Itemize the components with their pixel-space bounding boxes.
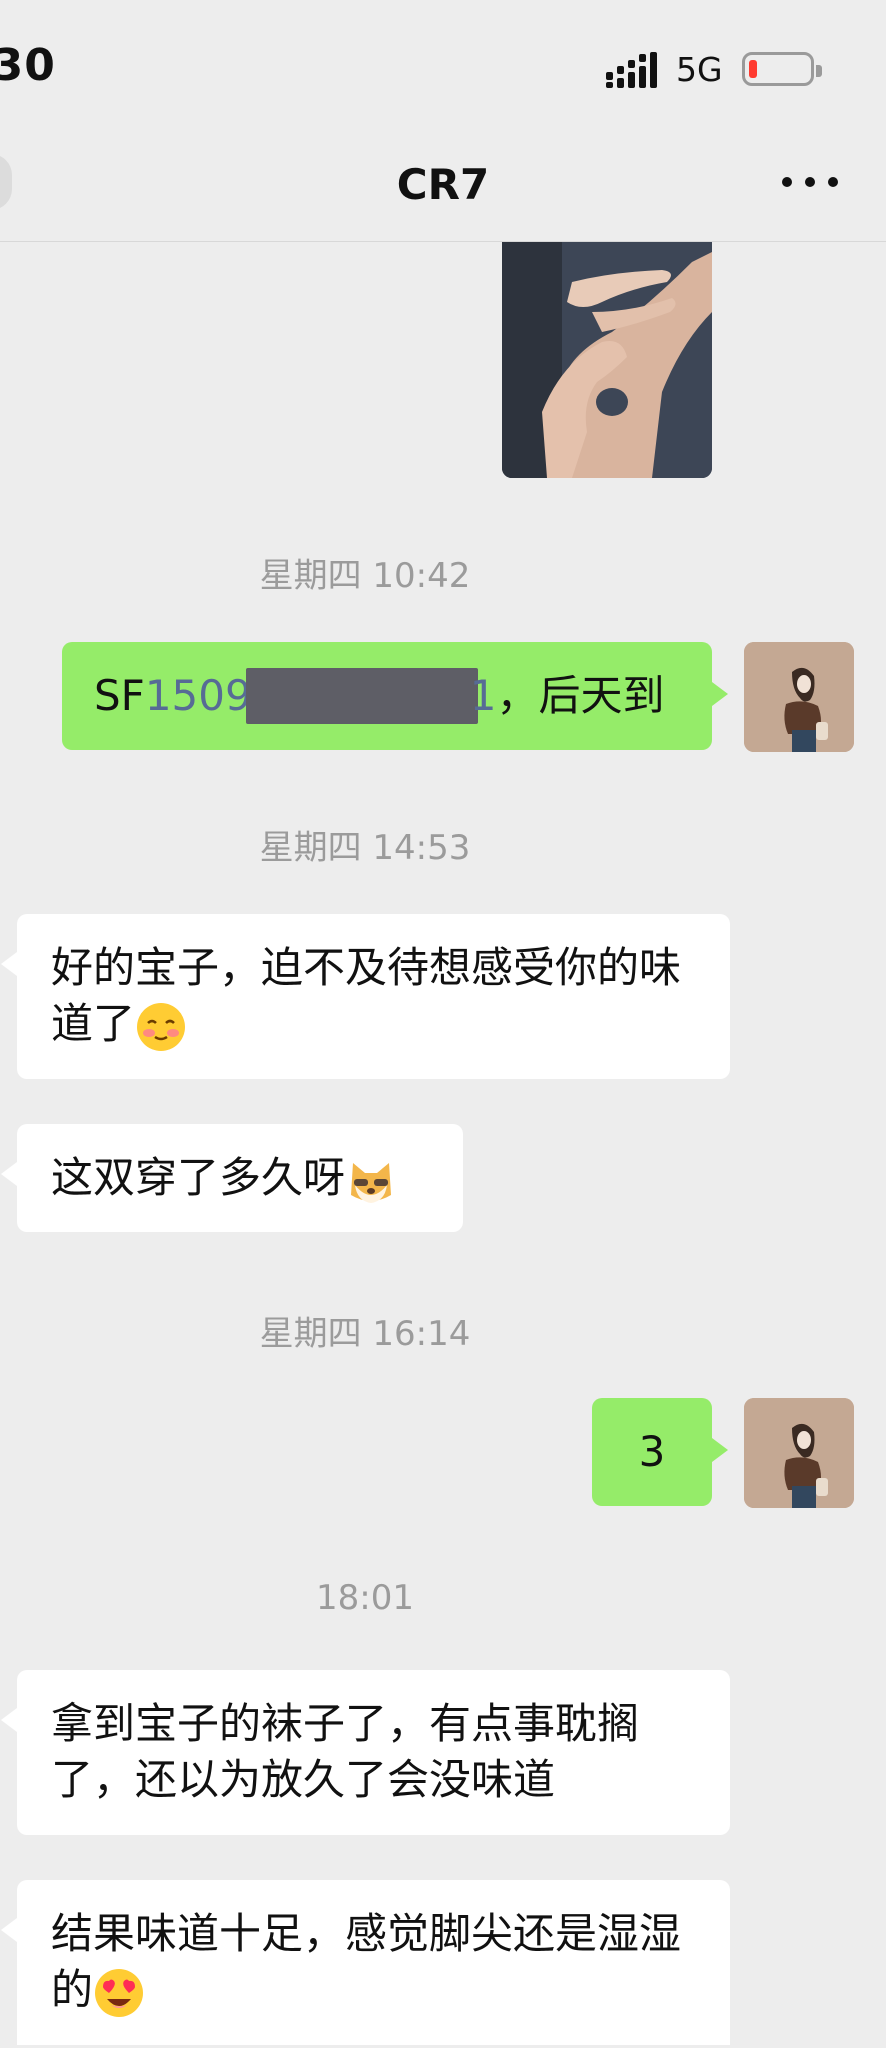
tracking-number-link[interactable]: 1509 1	[145, 668, 496, 724]
status-bar: :30 5G	[0, 0, 886, 132]
cellular-signal-icon	[606, 52, 657, 88]
timestamp-divider: 星期四 16:14	[259, 1314, 471, 1354]
message-text: 结果味道十足，感觉脚尖还是湿湿的	[51, 1906, 696, 2019]
received-message-bubble[interactable]: 这双穿了多久呀	[1, 1124, 463, 1232]
message-text: 3	[638, 1427, 666, 1476]
timestamp-divider: 星期四 10:42	[259, 556, 471, 596]
message-text: 这双穿了多久呀	[51, 1150, 429, 1207]
sent-message-bubble[interactable]: SF1509 1，后天到	[62, 642, 728, 750]
network-type: 5G	[676, 50, 723, 89]
doge-emoji	[351, 1162, 392, 1203]
avatar-illustration	[744, 642, 854, 752]
image-message[interactable]	[502, 242, 712, 478]
avatar-illustration	[744, 1398, 854, 1508]
photo-thumbnail	[502, 242, 712, 478]
more-dots-icon[interactable]	[782, 172, 838, 192]
chat-header: CR7	[0, 132, 886, 242]
sent-message-bubble[interactable]: 3	[592, 1398, 728, 1506]
my-avatar[interactable]	[744, 642, 854, 752]
timestamp-divider: 18:01	[316, 1578, 414, 1618]
heart-eyes-emoji	[95, 1968, 144, 2017]
message-text: 好的宝子，迫不及待想感受你的味道了	[51, 940, 696, 1053]
message-text: SF1509 1，后天到	[94, 668, 680, 724]
chat-title: CR7	[396, 160, 490, 209]
message-text: 拿到宝子的袜子了，有点事耽搁了，还以为放久了会没味道	[51, 1699, 640, 1804]
battery-icon	[742, 52, 822, 86]
redacted-block	[245, 668, 478, 724]
received-message-bubble[interactable]: 结果味道十足，感觉脚尖还是湿湿的	[1, 1880, 730, 2045]
my-avatar[interactable]	[744, 1398, 854, 1508]
blushing-smile-emoji	[137, 1002, 186, 1051]
battery-level	[749, 60, 757, 78]
received-message-bubble[interactable]: 拿到宝子的袜子了，有点事耽搁了，还以为放久了会没味道	[1, 1670, 730, 1835]
received-message-bubble[interactable]: 好的宝子，迫不及待想感受你的味道了	[1, 914, 730, 1079]
status-time: :30	[0, 40, 56, 91]
timestamp-divider: 星期四 14:53	[259, 828, 471, 868]
